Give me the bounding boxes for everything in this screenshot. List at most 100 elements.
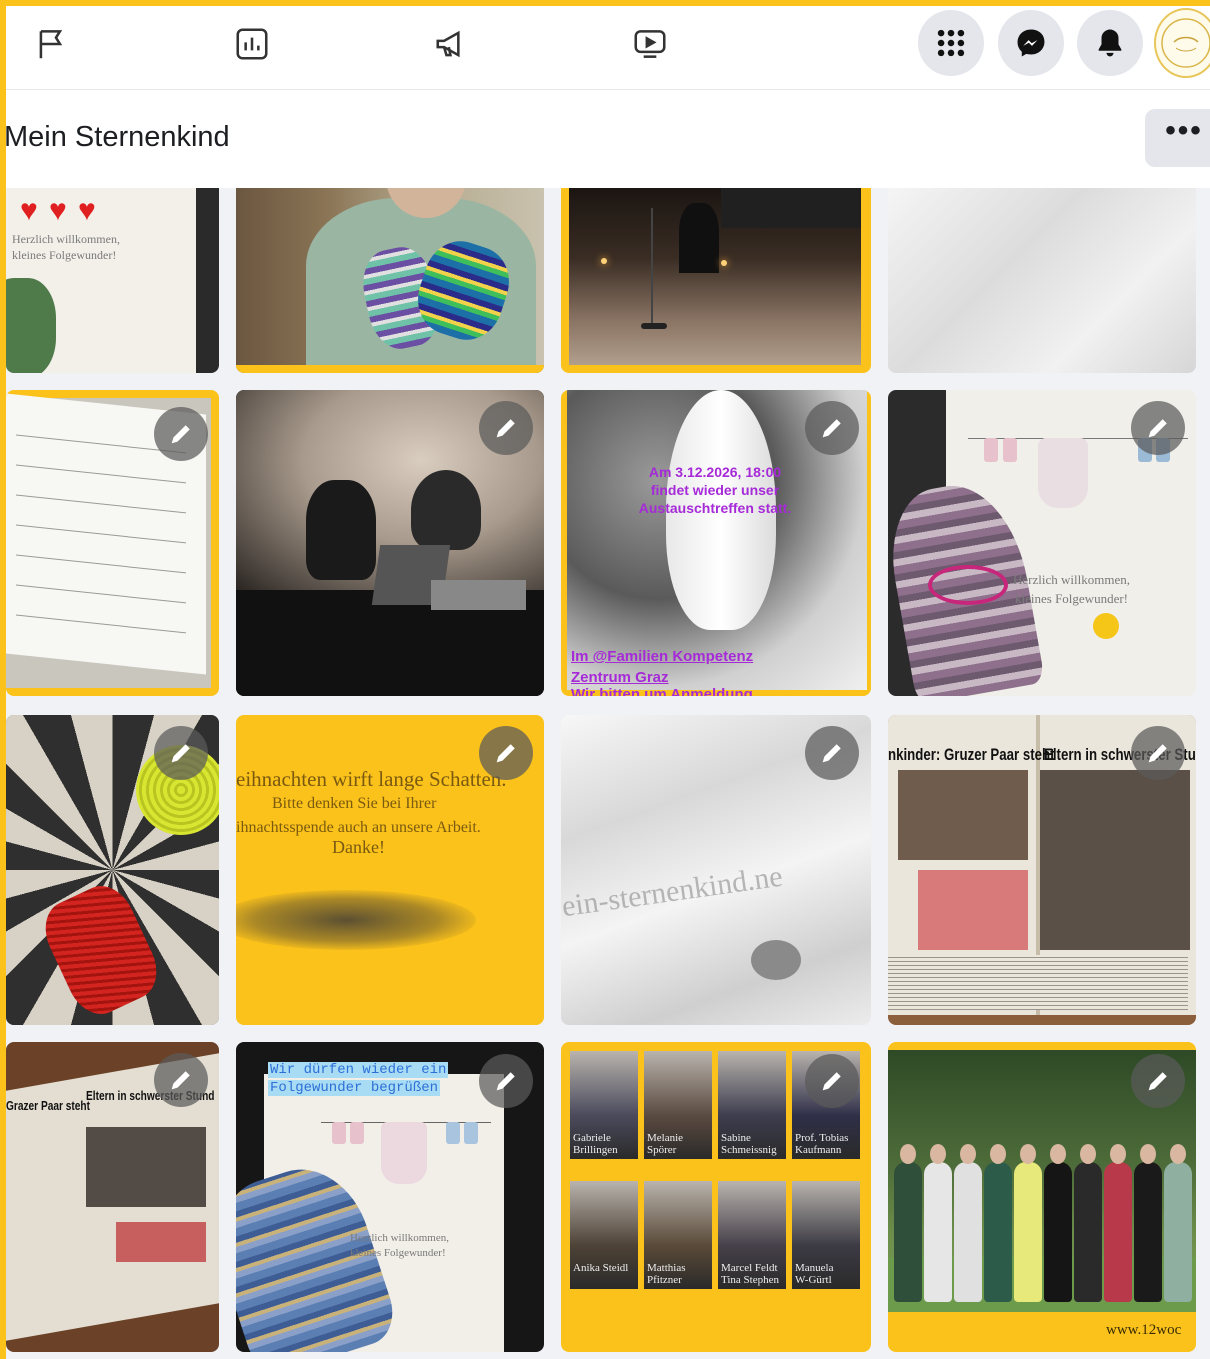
newspaper-headline: nkinder: Gruzer Paar steht (888, 745, 1055, 764)
collage-person-name: Matthias Pfitzner (647, 1262, 686, 1287)
pencil-icon (171, 1071, 190, 1090)
messenger-button[interactable] (998, 10, 1064, 76)
edit-button[interactable] (479, 1054, 533, 1108)
megaphone-icon[interactable] (426, 18, 478, 70)
group-person-head (1050, 1144, 1066, 1164)
post-folgewunder-card[interactable]: Wir dürfen wieder ein Folgewunder begrüß… (236, 1042, 544, 1352)
post-documents-photo[interactable] (6, 390, 219, 696)
group-person-head (1140, 1144, 1156, 1164)
collage-person-name: Sabine Schmeissnig (721, 1132, 777, 1157)
event-text: Zentrum Graz (571, 669, 669, 686)
edit-button[interactable] (805, 726, 859, 780)
edit-button[interactable] (1131, 401, 1185, 455)
edit-button[interactable] (805, 1054, 859, 1108)
edit-button[interactable] (154, 407, 208, 461)
group-person-head (930, 1144, 946, 1164)
more-options-label: ••• (1165, 114, 1203, 147)
christmas-text: ihnachtsspende auch an unsere Arbeit. (236, 819, 481, 836)
edit-button[interactable] (805, 401, 859, 455)
card-text: kleines Folgewunder! (12, 248, 117, 262)
group-person-head (1020, 1144, 1036, 1164)
heart-icon: ♥ (49, 194, 67, 227)
card-text: Herzlich willkommen, (12, 232, 120, 246)
group-person (1074, 1162, 1102, 1302)
post-newspaper-article[interactable]: nkinder: Gruzer Paar steht Eltern in sch… (888, 715, 1196, 1025)
collage-person-name: Gabriele Brillingen (573, 1132, 618, 1157)
post-welcome-card-bag[interactable]: Herzlich willkommen, kleines Folgewunder… (888, 390, 1196, 696)
pencil-icon (1148, 1072, 1167, 1091)
pencil-icon (496, 744, 515, 763)
pencil-icon (822, 1072, 841, 1091)
group-person-head (960, 1144, 976, 1164)
collage-person-name: Anika Steidl (573, 1262, 629, 1274)
group-person-head (900, 1144, 916, 1164)
christmas-text: eihnachten wirft lange Schatten. (236, 767, 507, 791)
group-person (1134, 1162, 1162, 1302)
christmas-text: Danke! (332, 837, 385, 857)
christmas-text: Bitte denken Sie bei Ihrer (272, 795, 437, 812)
heart-icon: ♥ (78, 194, 96, 227)
bell-icon (1098, 29, 1122, 57)
post-newspaper-table[interactable]: Grazer Paar steht Eltern in schwerster S… (6, 1042, 219, 1352)
heart-eyes-emoji-icon (1093, 613, 1119, 639)
video-icon[interactable] (624, 18, 676, 70)
post-team-collage[interactable]: Gabriele Brillingen Melanie Spörer Sabine … (561, 1042, 871, 1352)
post-group-photo[interactable]: www.12woc (888, 1042, 1196, 1352)
collage-person-name: Prof. Tobias Kaufmann (795, 1132, 849, 1157)
group-person (924, 1162, 952, 1302)
insights-icon[interactable] (226, 18, 278, 70)
group-person (984, 1162, 1012, 1302)
group-person-head (1080, 1144, 1096, 1164)
edit-button[interactable] (154, 1053, 208, 1107)
more-options-button[interactable]: ••• (1145, 109, 1210, 167)
event-text: findet wieder unser (650, 482, 780, 498)
edit-button[interactable] (479, 401, 533, 455)
apps-grid-icon (937, 29, 965, 57)
post-baby-hand-watermark[interactable]: ein-sternenkind.ne (561, 715, 871, 1025)
collage-person-name: Melanie Spörer (647, 1132, 684, 1157)
post-yarn-stars-photo[interactable] (6, 715, 219, 1025)
post-christmas-message[interactable]: eihnachten wirft lange Schatten. Bitte d… (236, 715, 544, 1025)
messenger-icon (1017, 29, 1045, 57)
pencil-icon (171, 425, 190, 444)
event-text: Wir bitten um Anmeldung (571, 686, 753, 696)
edit-button[interactable] (1131, 1054, 1185, 1108)
media-grid: ♥ ♥ ♥ Herzlich willkommen, kleines Folge… (0, 188, 1210, 1359)
post-white-sheet[interactable] (888, 188, 1196, 373)
frame-left-border (0, 0, 6, 1359)
event-text: Austauschtreffen statt. (638, 500, 792, 516)
group-person (1014, 1162, 1042, 1302)
edit-button[interactable] (154, 726, 208, 780)
collage-person-name: Manuela W-Gürtl (795, 1262, 834, 1287)
group-person (894, 1162, 922, 1302)
edit-button[interactable] (1131, 726, 1185, 780)
profile-avatar[interactable] (1154, 8, 1210, 78)
flag-icon[interactable] (26, 18, 78, 70)
group-person-head (990, 1144, 1006, 1164)
post-welcome-card-hearts[interactable]: ♥ ♥ ♥ Herzlich willkommen, kleines Folge… (6, 188, 219, 373)
pencil-icon (822, 744, 841, 763)
card-text: kleines Folgewunder! (350, 1247, 446, 1259)
group-person (1104, 1162, 1132, 1302)
post-woman-laptop-photo[interactable] (236, 390, 544, 696)
group-person (954, 1162, 982, 1302)
post-event-baby-foot[interactable]: Am 3.12.2026, 18:00 findet wieder unser … (561, 390, 871, 696)
card-text: Herzlich willkommen, (350, 1232, 449, 1244)
pencil-icon (496, 419, 515, 438)
pencil-icon (1148, 744, 1167, 763)
apps-grid-button[interactable] (918, 10, 984, 76)
heart-icon: ♥ (20, 194, 38, 227)
card-text: Herzlich willkommen, (1013, 572, 1130, 587)
card-text: kleines Folgewunder! (1015, 591, 1129, 606)
event-text: Am 3.12.2026, 18:00 (648, 464, 782, 480)
folgewunder-caption: Wir dürfen wieder ein (268, 1062, 449, 1078)
collage-person-name: Marcel Feldt Tina Stephen (721, 1262, 779, 1287)
edit-button[interactable] (479, 726, 533, 780)
post-concert-photo[interactable] (561, 188, 871, 373)
event-text: Im @Familien Kompetenz (571, 648, 754, 665)
notifications-button[interactable] (1077, 10, 1143, 76)
group-person (1164, 1162, 1192, 1302)
group-person (1044, 1162, 1072, 1302)
page-title: Mein Sternenkind (4, 121, 230, 153)
post-socks-photo[interactable] (236, 188, 544, 373)
